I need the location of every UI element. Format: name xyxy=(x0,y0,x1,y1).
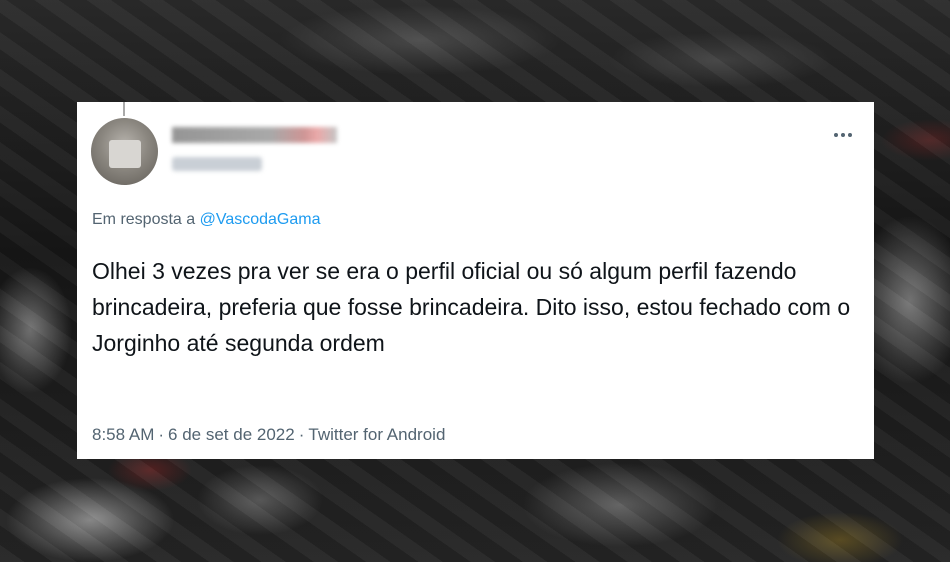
reply-prefix: Em resposta a xyxy=(92,211,196,228)
tweet-time[interactable]: 8:58 AM xyxy=(92,425,154,444)
tweet-date[interactable]: 6 de set de 2022 xyxy=(168,425,295,444)
reply-context: Em resposta a @VascodaGama xyxy=(92,211,321,229)
avatar[interactable] xyxy=(91,118,158,185)
tweet-metadata: 8:58 AM · 6 de set de 2022 · Twitter for And… xyxy=(92,425,445,445)
redacted-display-name xyxy=(172,127,337,143)
tweet-card: Em resposta a @VascodaGama Olhei 3 vezes… xyxy=(77,102,874,459)
dot-icon xyxy=(841,133,845,137)
more-options-icon[interactable] xyxy=(832,130,854,140)
redacted-username xyxy=(172,157,262,171)
tweet-source: Twitter for Android xyxy=(308,425,446,444)
dot-icon xyxy=(848,133,852,137)
reply-mention-link[interactable]: @VascodaGama xyxy=(200,211,321,228)
separator: · xyxy=(158,425,165,444)
dot-icon xyxy=(834,133,838,137)
separator: · xyxy=(298,425,305,444)
tweet-text: Olhei 3 vezes pra ver se era o perfil of… xyxy=(92,258,851,356)
avatar-connector xyxy=(123,102,125,116)
